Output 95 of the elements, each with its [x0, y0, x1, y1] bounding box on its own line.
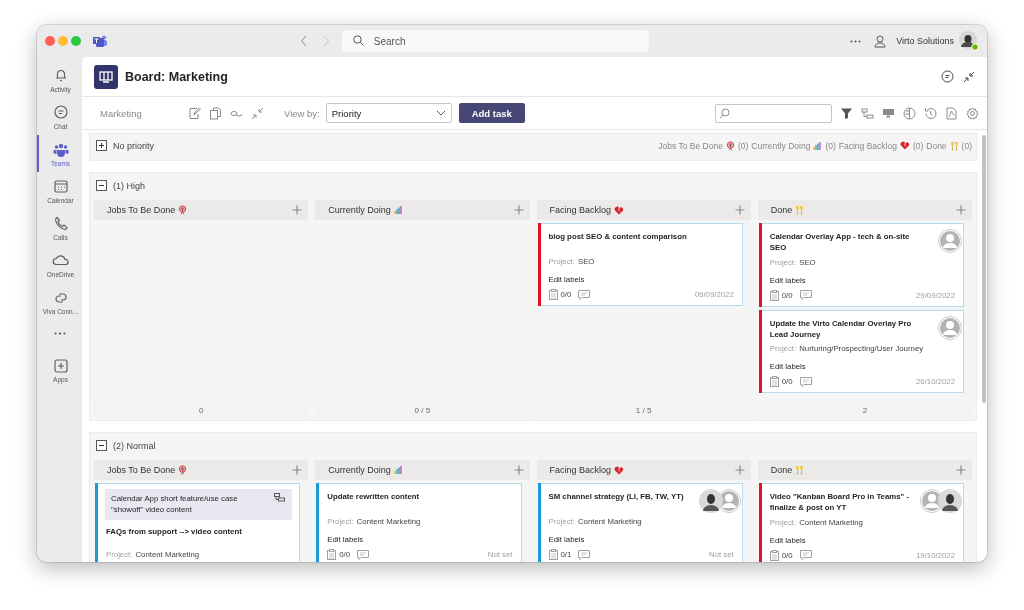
ferris-wheel-icon — [725, 140, 735, 151]
avatar — [938, 315, 962, 340]
view-by-dropdown[interactable]: Priority — [325, 103, 452, 123]
collapse-icon[interactable] — [963, 70, 975, 83]
board-logo-icon — [94, 64, 118, 89]
avatar — [698, 489, 723, 513]
avatar[interactable] — [959, 31, 979, 51]
bar-chart-icon — [393, 205, 403, 215]
comment-icon[interactable] — [799, 376, 812, 387]
chat-icon[interactable] — [941, 70, 954, 83]
status-name: Done — [926, 140, 947, 151]
add-icon[interactable] — [956, 205, 966, 215]
search-field[interactable]: Search — [341, 30, 649, 52]
status-name: Facing Backlog — [838, 140, 897, 151]
maximize-icon[interactable] — [71, 36, 81, 46]
chat-icon — [51, 103, 70, 121]
board-title: Board: Marketing — [125, 69, 229, 84]
more-icon[interactable] — [850, 39, 862, 43]
bar-chart-icon — [393, 465, 403, 475]
search-field[interactable] — [715, 103, 832, 123]
column-title: Done — [770, 465, 793, 475]
clipboard-icon — [327, 549, 337, 560]
subtask-icon — [274, 493, 286, 502]
minimize-icon[interactable] — [58, 36, 68, 46]
person-icon[interactable] — [874, 34, 887, 48]
column-title: Jobs To Be Done — [107, 205, 176, 215]
more-apps-icon[interactable] — [53, 332, 66, 335]
clipboard-icon — [769, 376, 779, 388]
add-icon[interactable] — [292, 205, 303, 215]
ferris-wheel-icon — [178, 205, 188, 215]
hierarchy-icon[interactable] — [861, 106, 874, 120]
back-icon[interactable] — [299, 35, 308, 47]
pdf-icon[interactable] — [945, 106, 958, 120]
close-icon[interactable] — [45, 36, 55, 46]
account-name: Virto Solutions — [896, 36, 954, 46]
column-title: Currently Doing — [328, 205, 391, 215]
history-icon[interactable] — [924, 106, 937, 120]
avatar — [938, 229, 962, 253]
add-icon[interactable] — [956, 465, 966, 475]
column-title: Facing Backlog — [549, 465, 612, 475]
column-title: Done — [770, 205, 793, 215]
group-title: (2) Normal — [113, 440, 156, 451]
add-icon[interactable] — [734, 465, 745, 475]
calendar-icon — [51, 177, 70, 195]
add-icon[interactable] — [513, 465, 524, 475]
comment-icon[interactable] — [578, 549, 591, 560]
bar-chart-icon — [813, 140, 823, 151]
display-icon[interactable] — [882, 106, 895, 120]
search-icon — [352, 35, 364, 46]
status-name: Currently Doing — [751, 140, 811, 151]
group-title: No priority — [113, 140, 154, 151]
scrollbar-thumb[interactable] — [982, 135, 986, 403]
champagne-icon — [795, 465, 805, 475]
column-title: Facing Backlog — [549, 205, 612, 215]
status-count: (0) — [737, 140, 749, 151]
avatar — [938, 489, 962, 513]
add-task-button[interactable]: Add task — [458, 103, 525, 123]
caret-icon — [435, 110, 446, 116]
ferris-wheel-icon — [178, 465, 188, 475]
copy-icon[interactable] — [209, 106, 222, 120]
add-icon[interactable] — [513, 205, 524, 215]
add-icon[interactable] — [292, 465, 303, 475]
search-icon — [719, 107, 730, 119]
column-title: Currently Doing — [328, 465, 391, 475]
champagne-icon — [949, 140, 959, 151]
column-title: Jobs To Be Done — [107, 465, 176, 475]
status-count: (0) — [912, 140, 924, 151]
teams-logo-icon — [92, 34, 108, 48]
comment-icon[interactable] — [799, 550, 812, 561]
add-icon[interactable] — [734, 205, 745, 215]
broken-heart-icon — [614, 205, 625, 215]
broken-heart-icon — [614, 465, 625, 475]
group-title: (1) High — [113, 180, 145, 191]
comment-icon[interactable] — [578, 289, 591, 300]
status-name: Jobs To Be Done — [658, 140, 723, 151]
forward-icon[interactable] — [321, 35, 330, 47]
settings-icon[interactable] — [966, 106, 979, 120]
clipboard-icon — [769, 289, 779, 301]
collapse-icon[interactable] — [96, 180, 107, 191]
team-name: Marketing — [100, 107, 143, 119]
collapse-icon[interactable] — [96, 440, 107, 451]
clipboard-icon — [548, 549, 558, 560]
broken-heart-icon — [899, 141, 910, 150]
view-by-label: View by: — [284, 107, 320, 119]
plus-icon — [51, 356, 70, 374]
filter-icon[interactable] — [840, 106, 853, 120]
status-count: (0) — [961, 140, 972, 151]
status-count: (0) — [825, 140, 836, 151]
clipboard-icon — [769, 549, 779, 561]
edit-icon[interactable] — [188, 106, 201, 120]
expand-icon[interactable] — [96, 140, 107, 151]
clipboard-icon — [548, 289, 558, 300]
champagne-icon — [795, 205, 805, 215]
comment-icon[interactable] — [799, 290, 812, 301]
comment-icon[interactable] — [357, 549, 370, 560]
